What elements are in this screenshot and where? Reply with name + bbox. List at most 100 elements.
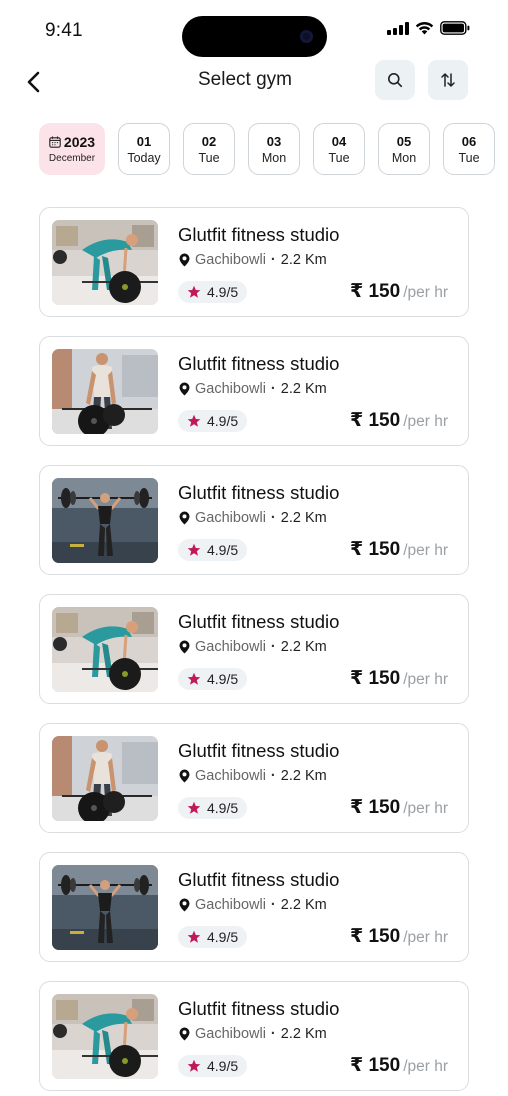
- price: ₹ 150/per hr: [350, 925, 448, 948]
- gym-area: Gachibowli: [195, 381, 266, 397]
- star-icon: [187, 543, 201, 556]
- gym-photo: [52, 994, 158, 1079]
- rating-badge: 4.9/5: [178, 410, 248, 432]
- rating-text: 4.9/5: [207, 800, 239, 816]
- date-day: Mon: [261, 150, 287, 165]
- date-chip[interactable]: 04 Tue: [313, 123, 365, 175]
- gym-area: Gachibowli: [195, 510, 266, 526]
- location-pin-icon: [179, 640, 190, 654]
- price-value: ₹ 150: [349, 539, 401, 560]
- gym-name: Glutfit fitness studio: [178, 224, 340, 245]
- location-row: Gachibowli · 2.2 Km: [179, 252, 327, 268]
- date-number: 04: [331, 133, 347, 149]
- status-time: 9:41: [45, 20, 83, 41]
- star-icon: [187, 801, 201, 814]
- date-number: 06: [461, 133, 477, 149]
- date-day: Tue: [328, 150, 350, 165]
- date-day: Tue: [458, 150, 480, 165]
- month-label: December: [48, 153, 96, 164]
- search-icon: [388, 73, 403, 88]
- rating-text: 4.9/5: [207, 413, 239, 429]
- star-icon: [187, 285, 201, 298]
- gym-photo: [52, 865, 158, 950]
- date-strip: 2023 December 01 Today 02 Tue 03 Mon 04 …: [39, 123, 495, 175]
- price-unit: /per hr: [403, 542, 448, 559]
- gym-name: Glutfit fitness studio: [178, 482, 340, 503]
- date-number: 03: [266, 133, 282, 149]
- header: Select gym: [0, 60, 508, 102]
- gym-distance: 2.2 Km: [280, 381, 327, 397]
- date-number: 02: [201, 133, 217, 149]
- location-row: Gachibowli · 2.2 Km: [179, 897, 327, 913]
- gym-card[interactable]: Glutfit fitness studio Gachibowli · 2.2 Km…: [39, 465, 469, 575]
- price: ₹ 150/per hr: [350, 280, 448, 303]
- star-icon: [187, 1059, 201, 1072]
- price-unit: /per hr: [403, 1058, 448, 1075]
- date-chip[interactable]: 02 Tue: [183, 123, 235, 175]
- gym-distance: 2.2 Km: [280, 252, 327, 268]
- gym-card[interactable]: Glutfit fitness studio Gachibowli · 2.2 Km…: [39, 207, 469, 317]
- date-number: 01: [136, 133, 152, 149]
- date-day: Mon: [391, 150, 417, 165]
- rating-text: 4.9/5: [207, 929, 239, 945]
- gym-photo: [52, 349, 158, 434]
- gym-name: Glutfit fitness studio: [178, 353, 340, 374]
- page-title: Select gym: [198, 69, 292, 90]
- gym-area: Gachibowli: [195, 897, 266, 913]
- location-pin-icon: [179, 898, 190, 912]
- rating-badge: 4.9/5: [178, 281, 248, 303]
- date-chip[interactable]: 03 Mon: [248, 123, 300, 175]
- sort-button[interactable]: [428, 60, 468, 100]
- location-row: Gachibowli · 2.2 Km: [179, 381, 327, 397]
- gym-card[interactable]: Glutfit fitness studio Gachibowli · 2.2 Km…: [39, 594, 469, 704]
- gym-photo: [52, 607, 158, 692]
- gym-area: Gachibowli: [195, 768, 266, 784]
- gym-list: Glutfit fitness studio Gachibowli · 2.2 Km…: [39, 207, 469, 1096]
- gym-card[interactable]: Glutfit fitness studio Gachibowli · 2.2 Km…: [39, 723, 469, 833]
- price: ₹ 150/per hr: [350, 1054, 448, 1077]
- gym-card[interactable]: Glutfit fitness studio Gachibowli · 2.2 Km…: [39, 852, 469, 962]
- date-day: Today: [127, 150, 161, 165]
- date-day: Tue: [198, 150, 220, 165]
- month-selector[interactable]: 2023 December: [39, 123, 105, 175]
- signal-icon: [387, 21, 409, 35]
- price: ₹ 150/per hr: [350, 796, 448, 819]
- gym-distance: 2.2 Km: [280, 768, 327, 784]
- price-value: ₹ 150: [349, 668, 401, 689]
- date-number: 05: [396, 133, 412, 149]
- rating-badge: 4.9/5: [178, 1055, 248, 1077]
- location-pin-icon: [179, 253, 190, 267]
- gym-card[interactable]: Glutfit fitness studio Gachibowli · 2.2 Km…: [39, 981, 469, 1091]
- search-button[interactable]: [375, 60, 415, 100]
- status-icons: [387, 21, 470, 35]
- location-pin-icon: [179, 382, 190, 396]
- price-value: ₹ 150: [349, 926, 401, 947]
- gym-photo: [52, 736, 158, 821]
- price-unit: /per hr: [403, 413, 448, 430]
- gym-distance: 2.2 Km: [280, 897, 327, 913]
- gym-name: Glutfit fitness studio: [178, 998, 340, 1019]
- gym-area: Gachibowli: [195, 252, 266, 268]
- gym-area: Gachibowli: [195, 1026, 266, 1042]
- date-chip[interactable]: 06 Tue: [443, 123, 495, 175]
- price: ₹ 150/per hr: [350, 409, 448, 432]
- gym-distance: 2.2 Km: [280, 510, 327, 526]
- status-bar: 9:41: [0, 0, 508, 62]
- date-chip[interactable]: 05 Mon: [378, 123, 430, 175]
- rating-text: 4.9/5: [207, 671, 239, 687]
- rating-badge: 4.9/5: [178, 539, 248, 561]
- location-row: Gachibowli · 2.2 Km: [179, 510, 327, 526]
- rating-badge: 4.9/5: [178, 926, 248, 948]
- gym-distance: 2.2 Km: [280, 1026, 327, 1042]
- price-value: ₹ 150: [349, 281, 401, 302]
- wifi-icon: [415, 21, 434, 35]
- gym-card[interactable]: Glutfit fitness studio Gachibowli · 2.2 Km…: [39, 336, 469, 446]
- date-chip[interactable]: 01 Today: [118, 123, 170, 175]
- price-value: ₹ 150: [349, 797, 401, 818]
- rating-text: 4.9/5: [207, 542, 239, 558]
- location-row: Gachibowli · 2.2 Km: [179, 639, 327, 655]
- rating-text: 4.9/5: [207, 1058, 239, 1074]
- price-unit: /per hr: [403, 671, 448, 688]
- gym-name: Glutfit fitness studio: [178, 869, 340, 890]
- price: ₹ 150/per hr: [350, 538, 448, 561]
